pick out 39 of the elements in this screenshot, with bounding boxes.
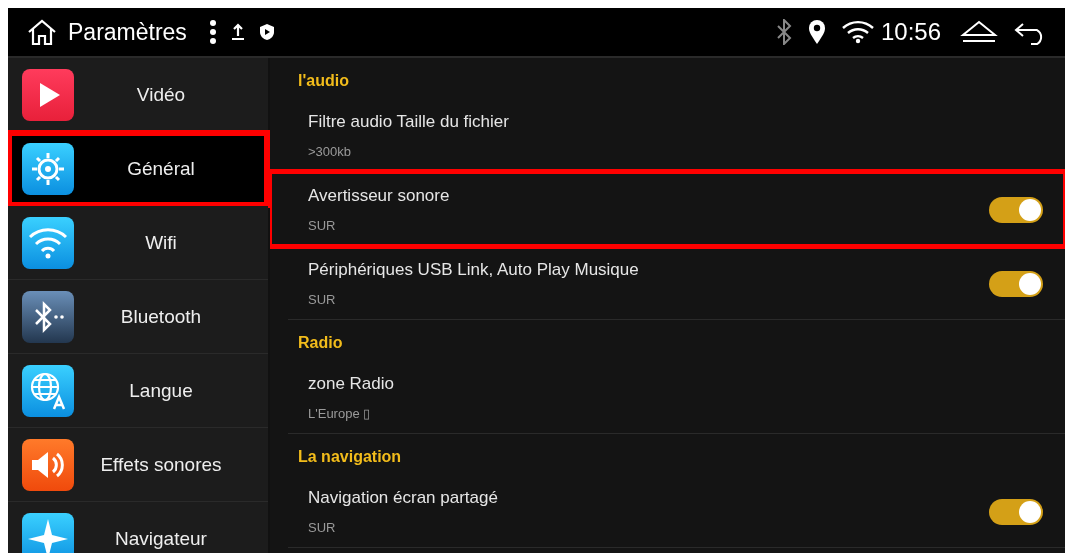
- setting-label: zone Radio: [308, 373, 395, 395]
- compass-icon: [22, 512, 74, 553]
- setting-label: Périphériques USB Link, Auto Play Musique: [308, 259, 640, 281]
- globe-letter-icon: [22, 364, 74, 417]
- eject-icon[interactable]: [959, 20, 999, 44]
- play-icon: [22, 68, 74, 121]
- bluetooth-icon: [22, 290, 74, 343]
- section-heading: Radio: [297, 333, 344, 353]
- setting-row[interactable]: Filtre audio Taille du fichier >300kb: [288, 98, 1065, 172]
- sidebar-item[interactable]: Général: [8, 132, 268, 206]
- setting-label: Filtre audio Taille du fichier: [308, 111, 510, 133]
- shield-icon: [258, 23, 275, 41]
- home-icon[interactable]: [26, 18, 58, 46]
- setting-label: Avertisseur sonore: [308, 185, 451, 207]
- gear-icon: [22, 142, 74, 195]
- setting-value: L'Europe ▯: [308, 406, 372, 423]
- section-heading: La navigation: [297, 447, 403, 467]
- setting-label: Navigation écran partagé: [308, 487, 499, 509]
- setting-value: >300kb: [308, 144, 352, 161]
- toggle-switch[interactable]: [989, 498, 1043, 525]
- setting-value: SUR: [308, 520, 337, 537]
- wifi-icon: [22, 216, 74, 269]
- setting-row[interactable]: zone Radio L'Europe ▯: [288, 360, 1065, 434]
- location-pin-icon: [806, 19, 827, 45]
- setting-value: SUR: [308, 218, 337, 235]
- setting-row[interactable]: Avertisseur sonore SUR: [270, 172, 1065, 246]
- upload-icon: [230, 23, 245, 41]
- more-icon[interactable]: [208, 19, 217, 45]
- setting-row[interactable]: Périphériques USB Link, Auto Play Musique SUR: [288, 246, 1065, 320]
- toggle-switch[interactable]: [989, 196, 1043, 223]
- bluetooth-icon: [774, 19, 793, 45]
- window-title: Paramètres: [68, 18, 187, 46]
- clock-time: 10:56: [880, 18, 941, 46]
- setting-value: SUR: [308, 292, 337, 309]
- setting-row[interactable]: Navigation écran partagé SUR: [288, 474, 1065, 548]
- speaker-icon: [22, 438, 74, 491]
- toggle-switch[interactable]: [989, 270, 1043, 297]
- section-heading: l'audio: [297, 71, 350, 91]
- wifi-icon: [840, 20, 875, 44]
